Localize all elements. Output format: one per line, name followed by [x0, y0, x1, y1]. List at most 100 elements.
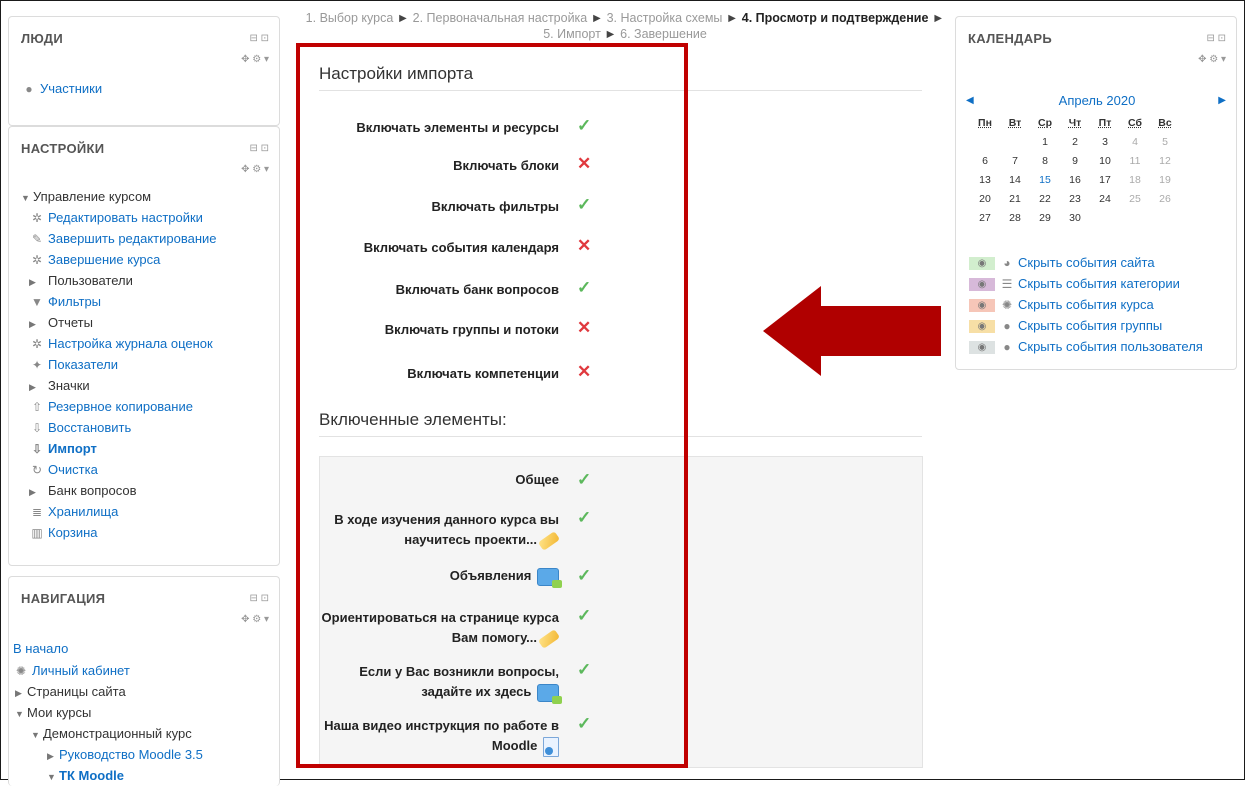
weekday-header: Вт [1008, 116, 1022, 129]
nav-demo-course[interactable]: ▼ Демонстрационный курс [31, 726, 192, 741]
nav-tk-moodle[interactable]: ▼ ТК Moodle [47, 768, 124, 783]
calendar-month-link[interactable]: Апрель 2020 [956, 93, 1238, 108]
calendar-day[interactable]: 29 [1030, 208, 1060, 227]
calendar-day[interactable]: 26 [1150, 189, 1180, 208]
hide-site-events-link[interactable]: ◉ ◕ Скрыть события сайта [969, 255, 1155, 271]
calendar-day[interactable]: 11 [1120, 151, 1150, 170]
settings-item-edit-settings[interactable]: ✲ Редактировать настройки [29, 210, 203, 225]
settings-item-users[interactable]: ▶ Пользователи [29, 273, 133, 288]
settings-item-turn-editing-off[interactable]: ✎ Завершить редактирование [29, 231, 217, 246]
settings-item-gradebook-setup[interactable]: ✲ Настройка журнала оценок [29, 336, 213, 351]
calendar-day[interactable]: 27 [970, 208, 1000, 227]
hide-category-events-link[interactable]: ◉ ☰ Скрыть события категории [969, 276, 1180, 292]
calendar-day[interactable]: 6 [970, 151, 1000, 170]
calendar-day[interactable]: 24 [1090, 189, 1120, 208]
calendar-day[interactable]: 4 [1120, 132, 1150, 151]
settings-block-title: НАСТРОЙКИ [21, 141, 105, 156]
highlight-frame [296, 43, 688, 768]
calendar-day[interactable]: 13 [970, 170, 1000, 189]
settings-item-recycle-bin[interactable]: ▥ Корзина [29, 525, 97, 540]
block-actions-icon[interactable]: ✥ ⚙ ▾ [241, 164, 269, 175]
calendar-day[interactable]: 23 [1060, 189, 1090, 208]
calendar-day[interactable]: 18 [1120, 170, 1150, 189]
gear-icon: ✲ [31, 211, 43, 225]
calendar-day[interactable]: 10 [1090, 151, 1120, 170]
pencil-icon: ✎ [31, 232, 43, 246]
category-icon: ☰ [1001, 277, 1013, 291]
dock-block-icon[interactable]: ⊟ ⊡ [249, 143, 269, 154]
settings-item-repositories[interactable]: ≣ Хранилища [29, 504, 118, 519]
nav-site-pages[interactable]: ▶ Страницы сайта [15, 684, 126, 699]
calendar-day[interactable]: 9 [1060, 151, 1090, 170]
download-icon: ⇩ [31, 421, 43, 435]
calendar-day [1120, 208, 1150, 227]
weekday-header: Ср [1038, 116, 1052, 129]
calendar-day[interactable]: 14 [1000, 170, 1030, 189]
chevron-right-icon: ▶ [29, 382, 36, 392]
settings-item-filters[interactable]: ▼ Фильтры [29, 294, 101, 309]
course-icon: ✺ [1001, 298, 1013, 312]
navigation-block: НАВИГАЦИЯ ⊟ ⊡ ✥ ⚙ ▾ В начало ✺ Личный каб… [8, 576, 280, 786]
calendar-day[interactable]: 21 [1000, 189, 1030, 208]
calendar-day[interactable]: 17 [1090, 170, 1120, 189]
calendar-day[interactable]: 22 [1030, 189, 1060, 208]
nav-dashboard-link[interactable]: ✺ Личный кабинет [9, 663, 130, 678]
calendar-day[interactable]: 19 [1150, 170, 1180, 189]
calendar-day [1150, 208, 1180, 227]
participants-link[interactable]: ● Участники [21, 81, 102, 96]
nav-my-courses[interactable]: ▼ Мои курсы [15, 705, 91, 720]
chevron-right-icon: ▶ [47, 751, 54, 761]
calendar-day[interactable]: 25 [1120, 189, 1150, 208]
block-actions-icon[interactable]: ✥ ⚙ ▾ [241, 614, 269, 625]
block-actions-icon[interactable]: ✥ ⚙ ▾ [241, 54, 269, 65]
dock-block-icon[interactable]: ⊟ ⊡ [249, 33, 269, 44]
block-actions-icon[interactable]: ✥ ⚙ ▾ [1198, 54, 1226, 65]
download-icon: ⇩ [31, 442, 43, 456]
arrow-left-icon [763, 286, 941, 376]
settings-item-outcomes[interactable]: ✦ Показатели [29, 357, 118, 372]
settings-item-import[interactable]: ⇩ Импорт [29, 441, 97, 456]
hide-user-events-link[interactable]: ◉ ● Скрыть события пользователя [969, 339, 1203, 355]
people-block: ЛЮДИ ⊟ ⊡ ✥ ⚙ ▾ ● Участники [8, 16, 280, 126]
calendar-day[interactable]: 2 [1060, 132, 1090, 151]
hide-group-events-link[interactable]: ◉ ● Скрыть события группы [969, 318, 1162, 334]
settings-item-course-admin[interactable]: ▼ Управление курсом [21, 189, 151, 204]
group-icon: ● [1003, 319, 1011, 333]
settings-item-badges[interactable]: ▶ Значки [29, 378, 90, 393]
chevron-right-icon: ▶ [15, 688, 22, 698]
calendar-day [1090, 208, 1120, 227]
calendar-day[interactable]: 1 [1030, 132, 1060, 151]
calendar-day[interactable]: 16 [1060, 170, 1090, 189]
calendar-day[interactable]: 15 [1030, 170, 1060, 189]
settings-item-question-bank[interactable]: ▶ Банк вопросов [29, 483, 137, 498]
calendar-day[interactable]: 8 [1030, 151, 1060, 170]
calendar-day[interactable]: 12 [1150, 151, 1180, 170]
dock-block-icon[interactable]: ⊟ ⊡ [249, 593, 269, 604]
settings-item-reset[interactable]: ↻ Очистка [29, 462, 98, 477]
eye-icon: ◉ [969, 278, 995, 292]
nav-home-link[interactable]: В начало [9, 641, 68, 656]
calendar-day[interactable]: 7 [1000, 151, 1030, 170]
settings-item-course-completion[interactable]: ✲ Завершение курса [29, 252, 160, 267]
calendar-day[interactable]: 5 [1150, 132, 1180, 151]
calendar-day[interactable]: 28 [1000, 208, 1030, 227]
filter-icon: ▼ [31, 295, 43, 309]
magic-icon: ✦ [31, 358, 43, 372]
settings-item-reports[interactable]: ▶ Отчеты [29, 315, 93, 330]
nav-moodle-guide[interactable]: ▶ Руководство Moodle 3.5 [47, 747, 203, 762]
chevron-down-icon: ▼ [15, 709, 24, 719]
settings-item-backup[interactable]: ⇧ Резервное копирование [29, 399, 193, 414]
step-5: 5. Импорт [543, 27, 601, 41]
chevron-down-icon: ▼ [21, 193, 30, 203]
next-month-icon[interactable]: ▶ [1218, 95, 1226, 106]
dock-block-icon[interactable]: ⊟ ⊡ [1206, 33, 1226, 44]
calendar-day[interactable]: 30 [1060, 208, 1090, 227]
calendar-day[interactable]: 3 [1090, 132, 1120, 151]
calendar-day[interactable]: 20 [970, 189, 1000, 208]
step-6: 6. Завершение [620, 27, 707, 41]
gear-icon: ✲ [31, 253, 43, 267]
settings-item-restore[interactable]: ⇩ Восстановить [29, 420, 131, 435]
step-4-current: 4. Просмотр и подтверждение [741, 11, 929, 25]
hide-course-events-link[interactable]: ◉ ✺ Скрыть события курса [969, 297, 1154, 313]
settings-block: НАСТРОЙКИ ⊟ ⊡ ✥ ⚙ ▾ ▼ Управление курсом ✲… [8, 126, 280, 566]
